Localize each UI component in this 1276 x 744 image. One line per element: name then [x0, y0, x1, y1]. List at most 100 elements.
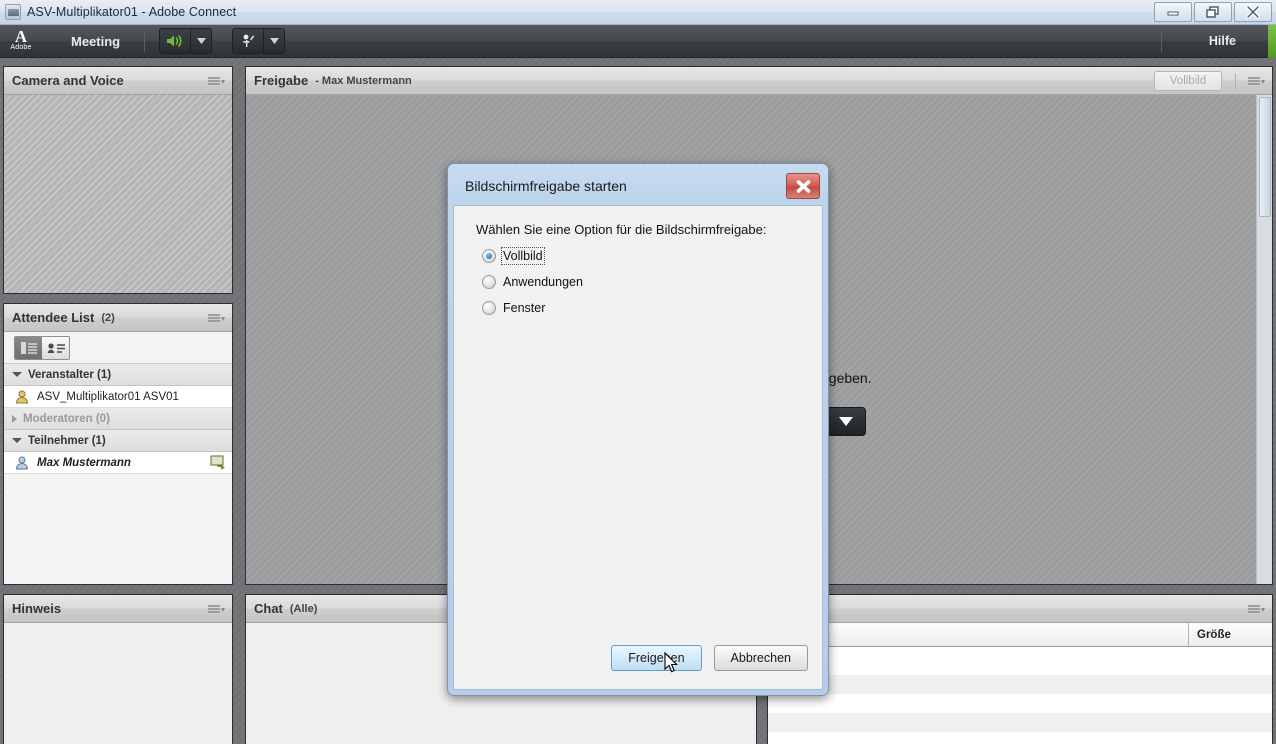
close-icon[interactable]: [1234, 2, 1272, 22]
speaker-icon[interactable]: [159, 28, 192, 54]
attendee-group-label: Moderatoren (0): [23, 412, 110, 425]
share-dropdown-button[interactable]: [826, 407, 866, 436]
help-divider: [1161, 30, 1162, 52]
dialog-title: Bildschirmfreigabe starten: [465, 178, 627, 194]
menubar: A Adobe Meeting Hilfe: [0, 25, 1276, 58]
attendee-group-veranstalter[interactable]: Veranstalter (1): [4, 364, 232, 386]
file-row[interactable]: [768, 675, 1272, 694]
participant-avatar-icon: [15, 456, 29, 469]
dialog-actions: Freigeben Abbrechen: [611, 645, 808, 671]
pod-menu-icon[interactable]: [207, 312, 225, 324]
pod-attendee-body: Veranstalter (1) ASV_Multiplikator01 ASV…: [4, 332, 232, 584]
dialog-titlebar: Bildschirmfreigabe starten: [451, 167, 825, 205]
share-scrollbar-thumb[interactable]: [1259, 97, 1271, 217]
menubar-divider: [144, 30, 146, 52]
share-confirm-button[interactable]: Freigeben: [611, 645, 702, 671]
audio-control-group: [159, 28, 213, 54]
status-control-group: [232, 28, 286, 54]
file-row[interactable]: [768, 713, 1272, 732]
pod-freigabe-title: Freigabe: [254, 73, 309, 88]
pod-hinweis: Hinweis: [3, 594, 233, 744]
list-view-icon[interactable]: [15, 336, 42, 359]
file-row[interactable]: [768, 732, 1272, 744]
close-icon[interactable]: [786, 173, 820, 199]
pod-camera-body: [4, 95, 232, 293]
attendee-view-toggle: [14, 335, 70, 360]
adobe-logo-letter: A: [14, 27, 28, 46]
window-title: ASV-Multiplikator01 - Adobe Connect: [27, 5, 237, 19]
pod-chat-scope: (Alle): [289, 602, 318, 615]
files-column-header: Größe: [768, 623, 1272, 647]
status-dropdown-chevron-down-icon[interactable]: [264, 28, 286, 54]
pod-menu-icon[interactable]: [207, 603, 225, 615]
radio-button[interactable]: [482, 249, 496, 263]
pod-files-header: e: [768, 595, 1272, 623]
pod-menu-icon[interactable]: [207, 75, 225, 87]
radio-option-fenster[interactable]: Fenster: [454, 301, 822, 315]
pod-attendee-header: Attendee List (2): [4, 304, 232, 332]
pod-hinweis-header: Hinweis: [4, 595, 232, 623]
menu-item-help[interactable]: Hilfe: [1209, 34, 1236, 48]
radio-label: Vollbild: [501, 247, 545, 265]
radio-button[interactable]: [482, 301, 496, 315]
menu-item-meeting[interactable]: Meeting: [55, 25, 136, 58]
pod-freigabe-presenter: - Max Mustermann: [315, 74, 412, 87]
pod-hinweis-title: Hinweis: [12, 601, 62, 616]
speaker-dropdown-chevron-down-icon[interactable]: [191, 28, 213, 54]
pod-hinweis-body[interactable]: [4, 623, 232, 744]
files-column-groesse[interactable]: Größe: [1188, 623, 1272, 646]
connection-indicator: [1268, 25, 1276, 58]
radio-option-anwendungen[interactable]: Anwendungen: [454, 275, 822, 289]
meeting-stage: Camera and Voice Attendee List (2) Veran…: [0, 58, 1276, 744]
attendee-group-moderatoren[interactable]: Moderatoren (0): [4, 408, 232, 430]
header-divider: [1235, 73, 1236, 89]
raise-hand-icon[interactable]: [232, 28, 265, 54]
radio-button[interactable]: [482, 275, 496, 289]
host-avatar-icon: [15, 390, 29, 403]
os-titlebar: ASV-Multiplikator01 - Adobe Connect: [0, 0, 1276, 25]
dialog-prompt: Wählen Sie eine Option für die Bildschir…: [476, 222, 767, 237]
pod-attendee-title: Attendee List: [12, 310, 95, 325]
adobe-logo-word: Adobe: [10, 44, 32, 51]
attendee-group-teilnehmer[interactable]: Teilnehmer (1): [4, 430, 232, 452]
radio-label: Anwendungen: [503, 275, 583, 289]
fullscreen-button[interactable]: Vollbild: [1154, 71, 1222, 91]
attendee-row-participant[interactable]: Max Mustermann: [4, 452, 232, 474]
dialog-body: Wählen Sie eine Option für die Bildschir…: [453, 205, 823, 690]
attendee-row-host[interactable]: ASV_Multiplikator01 ASV01: [4, 386, 232, 408]
pod-chat-title: Chat: [254, 601, 283, 616]
chevron-right-icon: [12, 414, 17, 423]
pod-attendee-list: Attendee List (2) Veranstalter (1) ASV_M…: [3, 303, 233, 585]
chevron-down-icon: [12, 372, 22, 377]
radio-option-vollbild[interactable]: Vollbild: [454, 247, 822, 265]
pod-menu-icon[interactable]: [1247, 603, 1265, 615]
minimize-icon[interactable]: [1154, 2, 1192, 22]
attendee-name: Max Mustermann: [37, 456, 131, 469]
share-scrollbar[interactable]: [1256, 95, 1272, 584]
pod-camera-title: Camera and Voice: [12, 73, 124, 88]
app-icon: [5, 4, 21, 20]
pod-menu-icon[interactable]: [1247, 75, 1265, 87]
app-window: ASV-Multiplikator01 - Adobe Connect A Ad…: [0, 0, 1276, 744]
radio-label: Fenster: [503, 301, 546, 315]
screen-share-icon[interactable]: [210, 455, 226, 475]
attendee-group-label: Teilnehmer (1): [28, 434, 106, 447]
pod-attendee-count: (2): [101, 311, 115, 324]
window-controls: [1154, 2, 1272, 22]
attendee-group-label: Veranstalter (1): [28, 368, 112, 381]
attendee-name: ASV_Multiplikator01 ASV01: [37, 390, 179, 403]
pod-camera-and-voice: Camera and Voice: [3, 66, 233, 294]
attendee-view-toolbar: [4, 332, 232, 364]
pod-files-body: Größe Datei(en) herunterladen: [768, 623, 1272, 744]
pod-files: e Größe Datei(en) herunter: [767, 594, 1273, 744]
chevron-down-icon: [839, 417, 853, 426]
screen-share-dialog: Bildschirmfreigabe starten Wählen Sie ei…: [447, 163, 829, 696]
restore-icon[interactable]: [1194, 2, 1232, 22]
files-list[interactable]: [768, 675, 1272, 744]
adobe-logo-icon: A Adobe: [5, 26, 37, 56]
card-view-icon[interactable]: [42, 336, 69, 359]
file-row[interactable]: [768, 694, 1272, 713]
pod-freigabe-header: Freigabe - Max Mustermann Vollbild: [246, 67, 1272, 95]
pod-camera-header: Camera and Voice: [4, 67, 232, 95]
cancel-button[interactable]: Abbrechen: [713, 645, 808, 671]
